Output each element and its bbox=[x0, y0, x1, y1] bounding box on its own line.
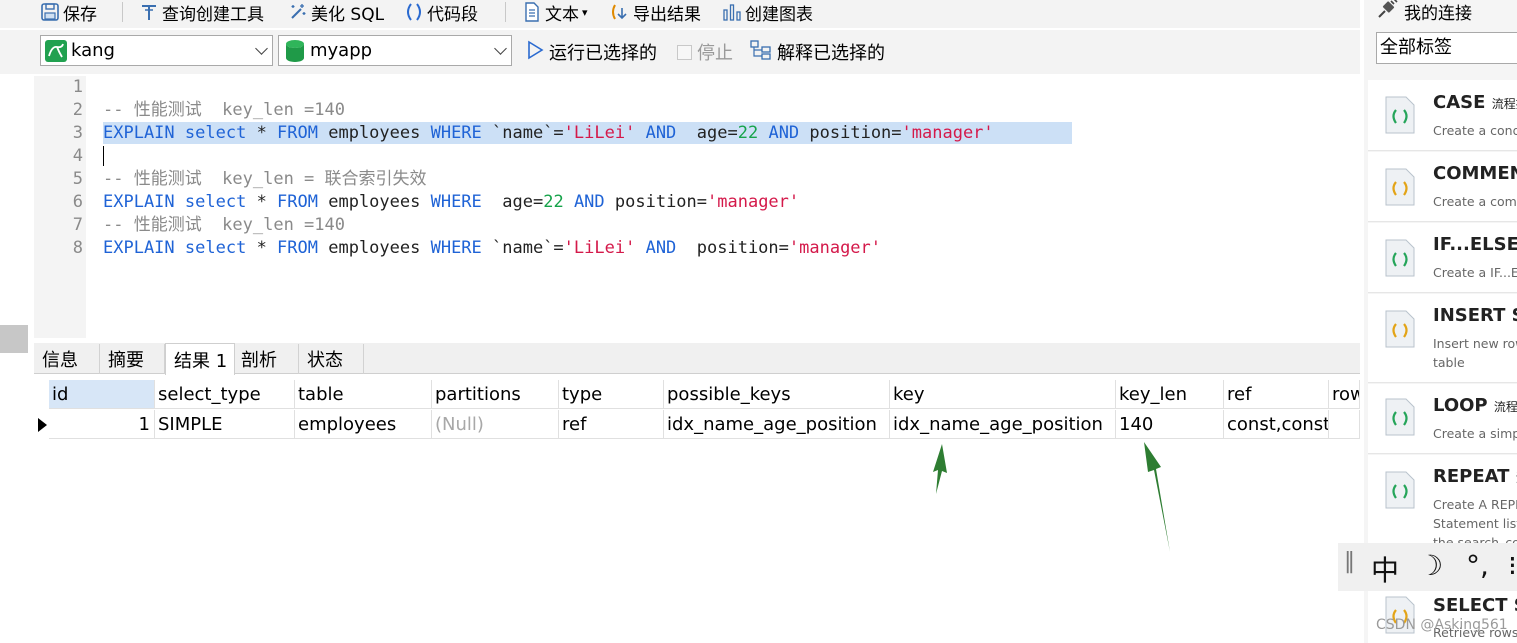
snippet-doc-icon bbox=[1385, 168, 1415, 206]
snippet-description: Create a comm bbox=[1433, 194, 1517, 209]
arrow-to-key-icon bbox=[933, 444, 947, 494]
snippet-title: COMMEN bbox=[1433, 163, 1517, 184]
ime-language-toggle[interactable]: 中 bbox=[1371, 549, 1399, 589]
snippet-doc-icon bbox=[1385, 471, 1415, 509]
snippet-description: Create a condi bbox=[1433, 123, 1517, 138]
snippet-title: CASE 流程控 bbox=[1433, 92, 1517, 113]
plug-icon bbox=[1376, 0, 1398, 24]
snippet-loop[interactable]: LOOP 流程控 Create a simpl bbox=[1368, 384, 1517, 454]
snippet-description: Insert new row table bbox=[1433, 336, 1517, 370]
snippet-doc-icon bbox=[1385, 398, 1415, 436]
snippet-description: Create a simpl bbox=[1433, 426, 1517, 441]
snippet-doc-icon bbox=[1385, 96, 1415, 134]
snippet-insert-syntax[interactable]: INSERT Sy Insert new row table bbox=[1368, 294, 1517, 383]
my-connections-header[interactable]: 我的连接 bbox=[1376, 0, 1472, 24]
snippet-title: REPEAT 流 bbox=[1433, 466, 1517, 487]
arrow-to-key-len-icon bbox=[1144, 442, 1170, 552]
tag-filter-select[interactable]: 全部标签 bbox=[1376, 32, 1517, 64]
annotation-arrows bbox=[933, 442, 1170, 552]
snippet-doc-icon bbox=[1385, 310, 1415, 348]
ime-punctuation-toggle[interactable]: °, bbox=[1466, 549, 1489, 582]
snippet-if-else[interactable]: IF...ELSE... Create a IF...EL bbox=[1368, 223, 1517, 293]
snippet-title: IF...ELSE... bbox=[1433, 234, 1517, 255]
snippet-title: INSERT Sy bbox=[1433, 305, 1517, 326]
snippet-doc-icon bbox=[1385, 239, 1415, 277]
snippet-description: Create a IF...EL bbox=[1433, 265, 1517, 280]
app-window: 保存 查询创建工具 美化 SQL 代码段 文本 ▾ 导出结果 创建图表 kang… bbox=[0, 0, 1517, 643]
ime-moon-icon[interactable]: ☽ bbox=[1418, 549, 1443, 582]
my-connections-label: 我的连接 bbox=[1404, 3, 1472, 24]
snippet-title: LOOP 流程控 bbox=[1433, 395, 1517, 416]
snippet-comment[interactable]: COMMEN Create a comm bbox=[1368, 152, 1517, 222]
snippet-case[interactable]: CASE 流程控 Create a condi bbox=[1368, 80, 1517, 151]
ime-drag-handle-icon[interactable]: ‖ bbox=[1344, 549, 1355, 574]
snippet-title: SELECT Sy bbox=[1433, 595, 1517, 616]
ime-toolbar: ‖ 中 ☽ °, ⁝ bbox=[1338, 543, 1517, 591]
watermark: CSDN @Asking561 bbox=[1376, 617, 1508, 633]
ime-more-icon[interactable]: ⁝ bbox=[1508, 549, 1517, 582]
